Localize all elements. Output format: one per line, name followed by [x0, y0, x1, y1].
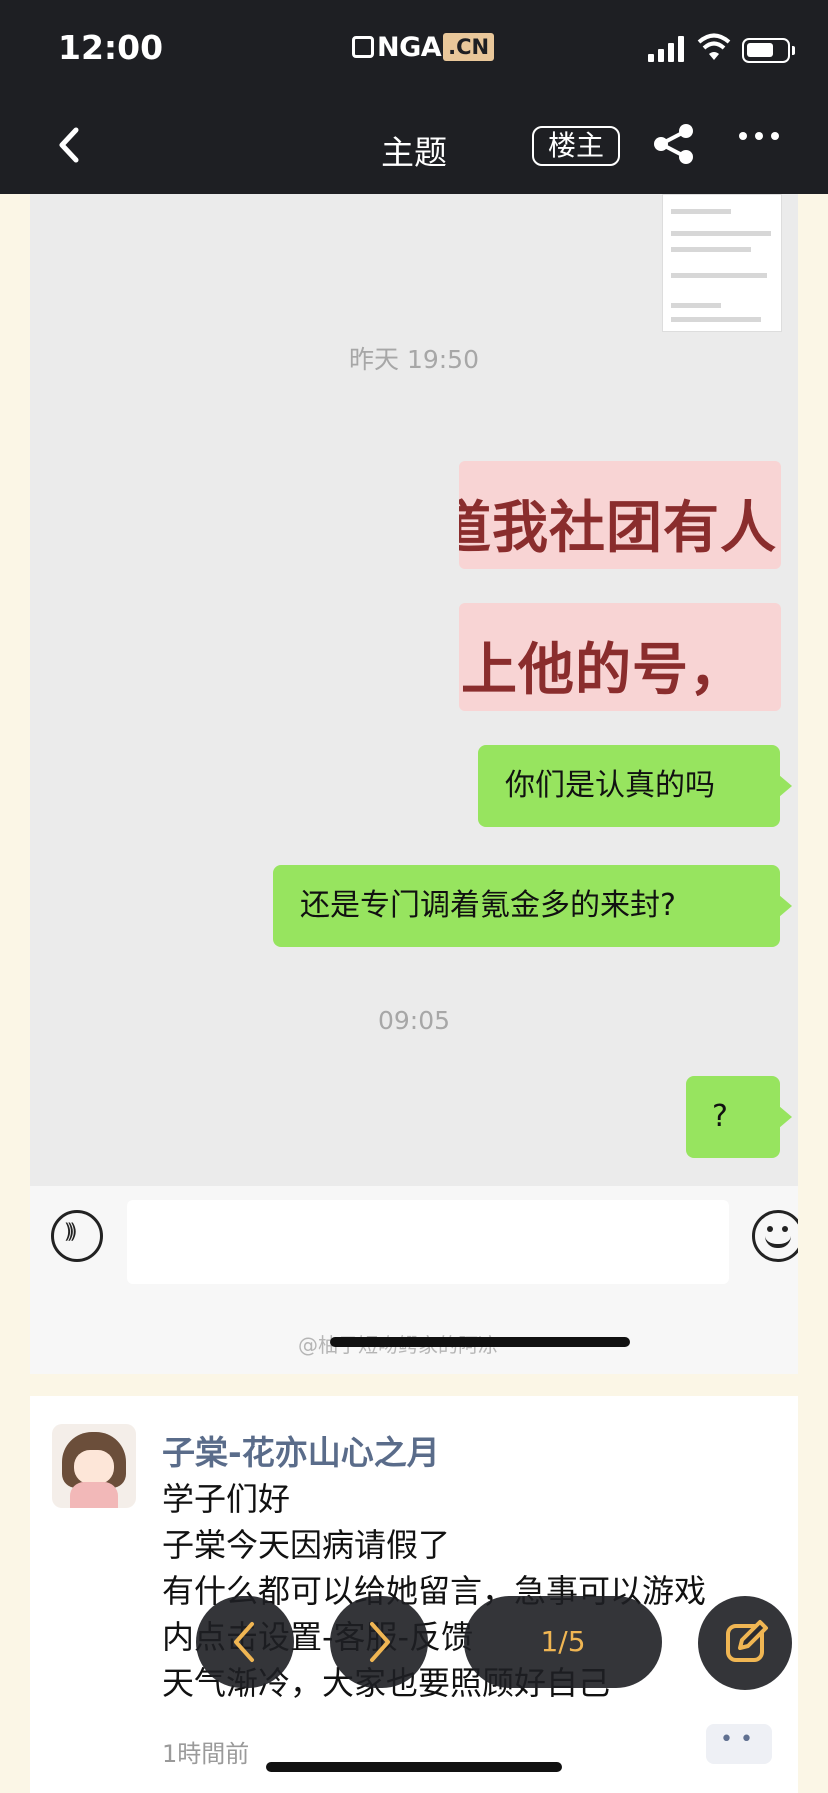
- nga-logo: NGA .CN: [352, 30, 495, 64]
- logo-text: NGA: [377, 31, 442, 63]
- chat-input-bar: @柚子短吻鳄家的阿凉: [30, 1186, 798, 1374]
- home-indicator: [266, 1762, 562, 1772]
- signal-icon: [648, 36, 684, 62]
- chat-input-box: [127, 1200, 729, 1284]
- op-only-button[interactable]: 楼主: [532, 126, 620, 166]
- screenshot-home-indicator: [330, 1337, 630, 1347]
- edit-icon: [726, 1620, 768, 1662]
- chat-timestamp: 昨天 19:50: [349, 345, 479, 374]
- post-line: 学子们好: [162, 1480, 291, 1518]
- post-time: 1時間前: [162, 1740, 250, 1768]
- post-line: 子棠今天因病请假了: [162, 1526, 451, 1564]
- post-divider: [30, 1374, 798, 1396]
- pink-message: 道我社团有人: [459, 461, 781, 569]
- next-page-button[interactable]: [330, 1596, 428, 1688]
- status-time: 12:00: [58, 28, 164, 67]
- logo-paw-icon: [352, 36, 374, 58]
- chat-screenshot-image[interactable]: 昨天 19:50 道我社团有人 上他的号， 你们是认真的吗 还是专门调着氪金多的…: [30, 194, 798, 1374]
- reply-post: 子棠-花亦山心之月 学子们好 子棠今天因病请假了 有什么都可以给她留言，急事可以…: [30, 1396, 798, 1793]
- username[interactable]: 子棠-花亦山心之月: [162, 1426, 440, 1474]
- chat-bubble: ?: [686, 1076, 792, 1158]
- top-bar: 12:00 NGA .CN 主题 楼主: [0, 0, 828, 194]
- emoji-icon: [752, 1210, 798, 1262]
- post-more-button[interactable]: [706, 1724, 772, 1764]
- share-icon[interactable]: [652, 124, 696, 164]
- wifi-icon: [697, 33, 731, 60]
- page-indicator[interactable]: 1/5: [464, 1596, 662, 1688]
- more-icon[interactable]: [737, 130, 781, 142]
- pink-message: 上他的号，: [459, 603, 781, 711]
- thumbnail-image: [662, 194, 782, 332]
- chat-bubble: 还是专门调着氪金多的来封?: [273, 865, 792, 947]
- pink-message-text: 道我社团有人: [459, 496, 777, 561]
- chat-bubble: 你们是认真的吗: [478, 745, 792, 827]
- prev-page-button[interactable]: [196, 1596, 294, 1688]
- voice-icon: [51, 1210, 103, 1262]
- avatar[interactable]: [52, 1424, 136, 1508]
- page-title: 主题: [381, 133, 447, 172]
- compose-button[interactable]: [698, 1596, 792, 1690]
- battery-icon: [742, 38, 795, 63]
- logo-cn: .CN: [443, 33, 495, 61]
- chevron-left-icon: [234, 1622, 254, 1662]
- chat-timestamp: 09:05: [377, 1006, 451, 1035]
- chevron-right-icon: [370, 1622, 390, 1662]
- pink-message-text: 上他的号，: [461, 638, 746, 703]
